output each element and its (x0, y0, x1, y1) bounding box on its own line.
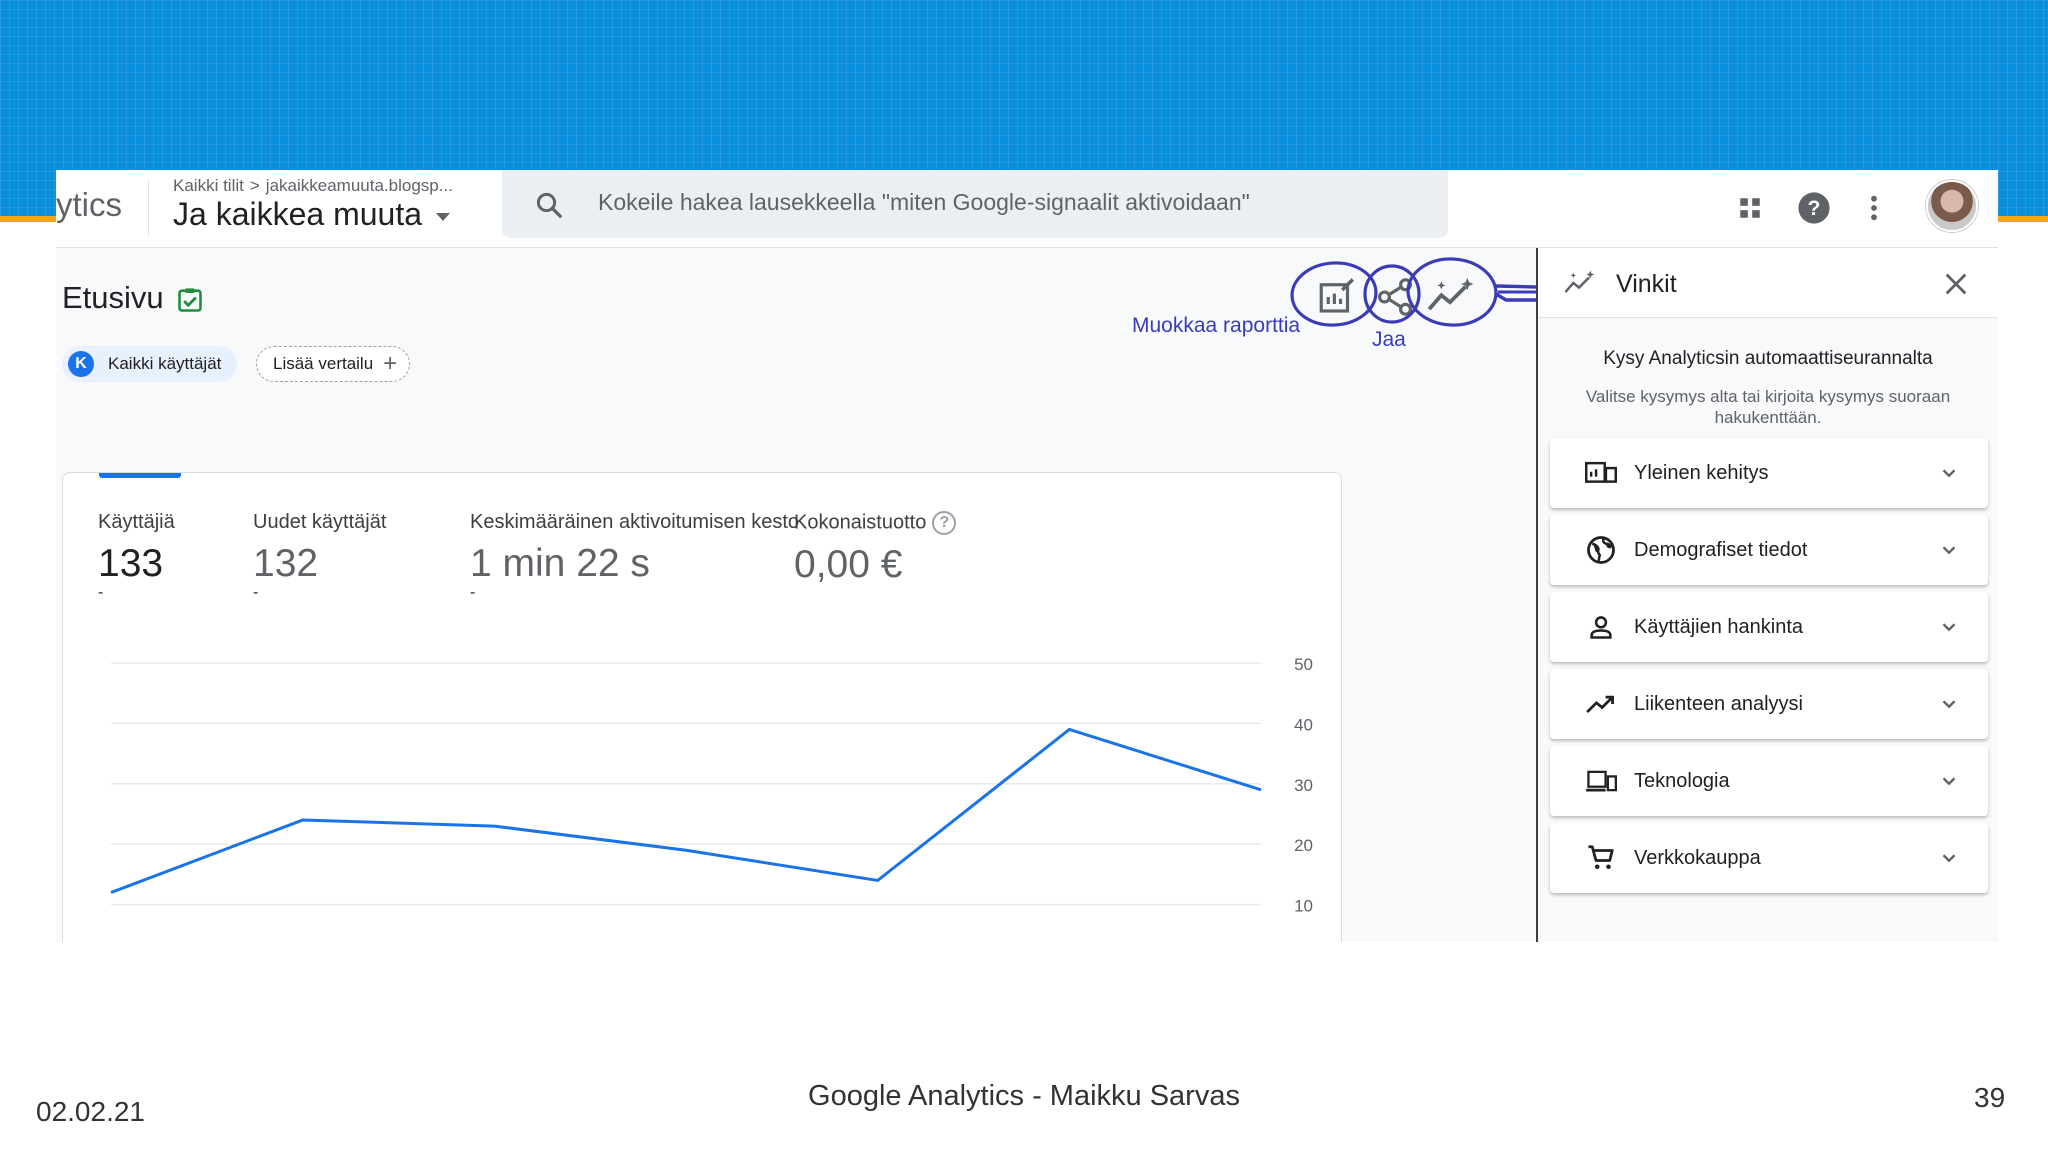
globe-icon (1584, 533, 1618, 567)
verified-report-icon (178, 288, 202, 312)
svg-text:?: ? (1808, 196, 1821, 220)
metric-users[interactable]: Käyttäjiä 133 - (98, 511, 175, 602)
apps-grid-icon[interactable] (1732, 190, 1768, 226)
search-placeholder[interactable]: Kokeile hakea lausekkeella "miten Google… (598, 189, 1250, 216)
header-divider (148, 180, 149, 236)
accordion-label: Demografiset tiedot (1634, 538, 1808, 561)
chevron-down-icon (1942, 777, 1956, 786)
accordion-ecommerce[interactable]: Verkkokauppa (1550, 823, 1988, 893)
shopping-cart-icon (1584, 841, 1618, 875)
share-icon[interactable] (1374, 276, 1416, 318)
accordion-user-acquisition[interactable]: Käyttäjien hankinta (1550, 592, 1988, 662)
metric-value: 0,00 € (794, 543, 903, 586)
more-vertical-icon[interactable] (1856, 190, 1892, 226)
person-icon (1584, 610, 1618, 644)
edit-report-icon[interactable] (1316, 276, 1358, 318)
y-tick-label: 20 (1294, 836, 1313, 855)
annotation-share-label: Jaa (1372, 328, 1406, 351)
insights-panel: Vinkit Kysy Analyticsin automaattiseuran… (1536, 248, 1998, 942)
breadcrumb-separator: > (249, 176, 260, 195)
property-name: Ja kaikkea muuta (173, 196, 423, 232)
chevron-down-icon (1942, 854, 1956, 863)
analytics-screenshot: ytics Kaikki tilit > jakaikkeamuuta.blogsp… (56, 170, 1998, 942)
accordion-traffic-analysis[interactable]: Liikenteen analyysi (1550, 669, 1988, 739)
overview-card: Käyttäjiä 133 - Uudet käyttäjät 132 - Ke… (62, 472, 1342, 942)
metric-change: - (253, 584, 259, 601)
insights-subheading: Valitse kysymys alta tai kirjoita kysymy… (1585, 387, 1951, 427)
annotation-edit-report-label: Muokkaa raporttia (1132, 314, 1301, 337)
slide-page-number: 39 (1974, 1082, 2006, 1113)
metric-change: - (98, 584, 104, 601)
help-icon[interactable]: ? (1796, 190, 1832, 226)
slide-footer-title: Google Analytics - Maikku Sarvas (808, 1080, 1240, 1112)
caret-down-icon (436, 212, 451, 221)
accordion-overall-trends[interactable]: Yleinen kehitys (1550, 438, 1988, 508)
metric-value: 133 (98, 542, 164, 585)
metric-change: - (470, 584, 476, 601)
plus-icon: + (383, 350, 398, 377)
insights-heading: Kysy Analyticsin automaattiseurannalta (1603, 348, 1933, 369)
metric-label: Kokonaistuotto (794, 511, 927, 534)
accordion-demographics[interactable]: Demografiset tiedot (1550, 515, 1988, 585)
y-tick-label: 30 (1294, 776, 1313, 795)
insights-panel-header: Vinkit (1538, 248, 1998, 318)
insights-icon (1564, 270, 1595, 293)
laptop-phone-icon (1584, 764, 1618, 798)
users-line-chart: 5040302010025262728293031tammik. (110, 655, 1313, 916)
y-tick-label: 10 (1294, 897, 1313, 916)
series-line (110, 727, 1262, 894)
trending-up-icon (1584, 687, 1618, 721)
y-tick-label: 50 (1294, 655, 1313, 674)
avatar[interactable] (1926, 180, 1978, 232)
metric-value: 132 (253, 542, 319, 585)
accordion-label: Teknologia (1634, 769, 1730, 792)
chevron-down-icon (1942, 546, 1956, 555)
metric-label: Uudet käyttäjät (253, 511, 387, 533)
active-metric-indicator (99, 473, 181, 478)
metric-label-row: Kokonaistuotto? (794, 511, 957, 535)
slide: ytics Kaikki tilit > jakaikkeamuuta.blogsp… (0, 0, 2048, 1152)
accordion-label: Yleinen kehitys (1634, 461, 1769, 484)
top-app-bar: ytics Kaikki tilit > jakaikkeamuuta.blogsp… (56, 170, 1998, 248)
insights-icon[interactable] (1424, 276, 1476, 318)
breadcrumb-account[interactable]: jakaikkeamuuta.blogsp... (266, 176, 453, 195)
metric-label: Keskimääräinen aktivoitumisen kesto (470, 511, 800, 533)
help-circle-icon[interactable]: ? (932, 511, 957, 535)
property-selector[interactable]: Ja kaikkea muuta (173, 196, 451, 233)
accordion-label: Verkkokauppa (1634, 846, 1761, 869)
chevron-down-icon (1942, 469, 1956, 478)
app-name: ytics (56, 186, 122, 223)
breadcrumb-root[interactable]: Kaikki tilit (173, 176, 244, 195)
chevron-down-icon (1942, 623, 1956, 632)
chip-label: Kaikki käyttäjät (108, 354, 222, 373)
accordion-technology[interactable]: Teknologia (1550, 746, 1988, 816)
devices-icon (1584, 456, 1618, 490)
metric-new-users[interactable]: Uudet käyttäjät 132 - (253, 511, 386, 602)
close-icon[interactable] (1942, 270, 1970, 298)
insights-panel-title: Vinkit (1616, 270, 1677, 298)
accordion-label: Liikenteen analyysi (1634, 692, 1803, 715)
page-title: Etusivu (62, 280, 164, 315)
metric-label: Käyttäjiä (98, 511, 175, 533)
add-comparison-button[interactable]: Lisää vertailu + (256, 346, 411, 382)
add-comparison-label: Lisää vertailu (273, 354, 374, 373)
metric-total-revenue[interactable]: Kokonaistuotto? 0,00 € (794, 511, 957, 587)
y-tick-label: 40 (1294, 715, 1313, 734)
search-icon (536, 192, 562, 218)
metric-avg-engagement-time[interactable]: Keskimääräinen aktivoitumisen kesto 1 mi… (470, 511, 799, 602)
comparison-chip-all-users[interactable]: K Kaikki käyttäjät (62, 346, 238, 382)
metric-value: 1 min 22 s (470, 542, 650, 585)
accordion-label: Käyttäjien hankinta (1634, 615, 1804, 638)
search-box[interactable]: Kokeile hakea lausekkeella "miten Google… (502, 170, 1448, 238)
breadcrumb[interactable]: Kaikki tilit > jakaikkeamuuta.blogsp... (173, 176, 453, 196)
chip-letter-badge: K (68, 351, 94, 377)
chevron-down-icon (1942, 700, 1956, 709)
